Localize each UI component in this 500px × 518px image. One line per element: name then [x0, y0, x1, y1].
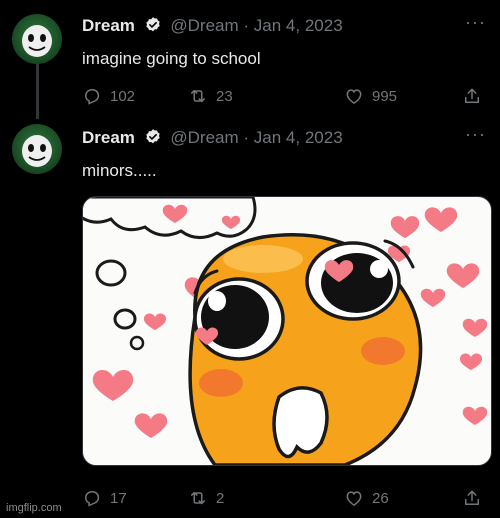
share-icon	[465, 490, 479, 505]
verified-badge-icon	[145, 129, 160, 144]
heart-icon	[346, 491, 362, 506]
like-count: 995	[372, 87, 398, 105]
avatar[interactable]	[12, 14, 62, 64]
avatar-face-icon	[22, 25, 52, 57]
thread-line	[36, 64, 39, 119]
reply-icon	[84, 89, 100, 105]
display-name[interactable]: Dream	[82, 128, 135, 147]
retweet-count: 2	[216, 489, 225, 507]
blushing-emoji-illustration	[83, 197, 488, 465]
tweet-text: minors.....	[82, 161, 157, 180]
more-options-icon[interactable]: ···	[465, 12, 486, 33]
avatar-face-icon	[22, 135, 52, 167]
reply-button[interactable]: 17	[82, 488, 127, 508]
separator: ·	[243, 128, 250, 147]
handle[interactable]: @Dream	[170, 16, 238, 35]
heart-icon	[346, 89, 362, 104]
like-button[interactable]: 995	[344, 86, 397, 106]
like-count: 26	[372, 489, 389, 507]
retweet-button[interactable]: 2	[188, 488, 224, 508]
reply-count: 17	[110, 489, 127, 507]
action-bar: 17 2 26	[82, 488, 487, 510]
reply-button[interactable]: 102	[82, 86, 135, 106]
share-button[interactable]	[462, 86, 482, 106]
tweet-header: Dream @Dream · Jan 4, 2023	[82, 128, 343, 148]
tweet-media-image[interactable]	[82, 196, 492, 466]
retweet-icon	[191, 89, 205, 103]
reply-icon	[84, 491, 100, 507]
imgflip-watermark: imgflip.com	[6, 502, 62, 514]
display-name[interactable]: Dream	[82, 16, 135, 35]
timestamp[interactable]: Jan 4, 2023	[254, 128, 343, 147]
action-bar: 102 23 995	[82, 86, 487, 108]
retweet-icon	[191, 491, 205, 505]
retweet-count: 23	[216, 87, 233, 105]
like-button[interactable]: 26	[344, 488, 389, 508]
reply-count: 102	[110, 87, 136, 105]
avatar[interactable]	[12, 124, 62, 174]
tweet-text: imagine going to school	[82, 49, 261, 68]
timestamp[interactable]: Jan 4, 2023	[254, 16, 343, 35]
share-icon	[465, 88, 479, 103]
verified-badge-icon	[145, 17, 160, 32]
handle[interactable]: @Dream	[170, 128, 238, 147]
share-button[interactable]	[462, 488, 482, 508]
separator: ·	[243, 16, 250, 35]
retweet-button[interactable]: 23	[188, 86, 233, 106]
more-options-icon[interactable]: ···	[465, 124, 486, 145]
tweet-header: Dream @Dream · Jan 4, 2023	[82, 16, 343, 36]
